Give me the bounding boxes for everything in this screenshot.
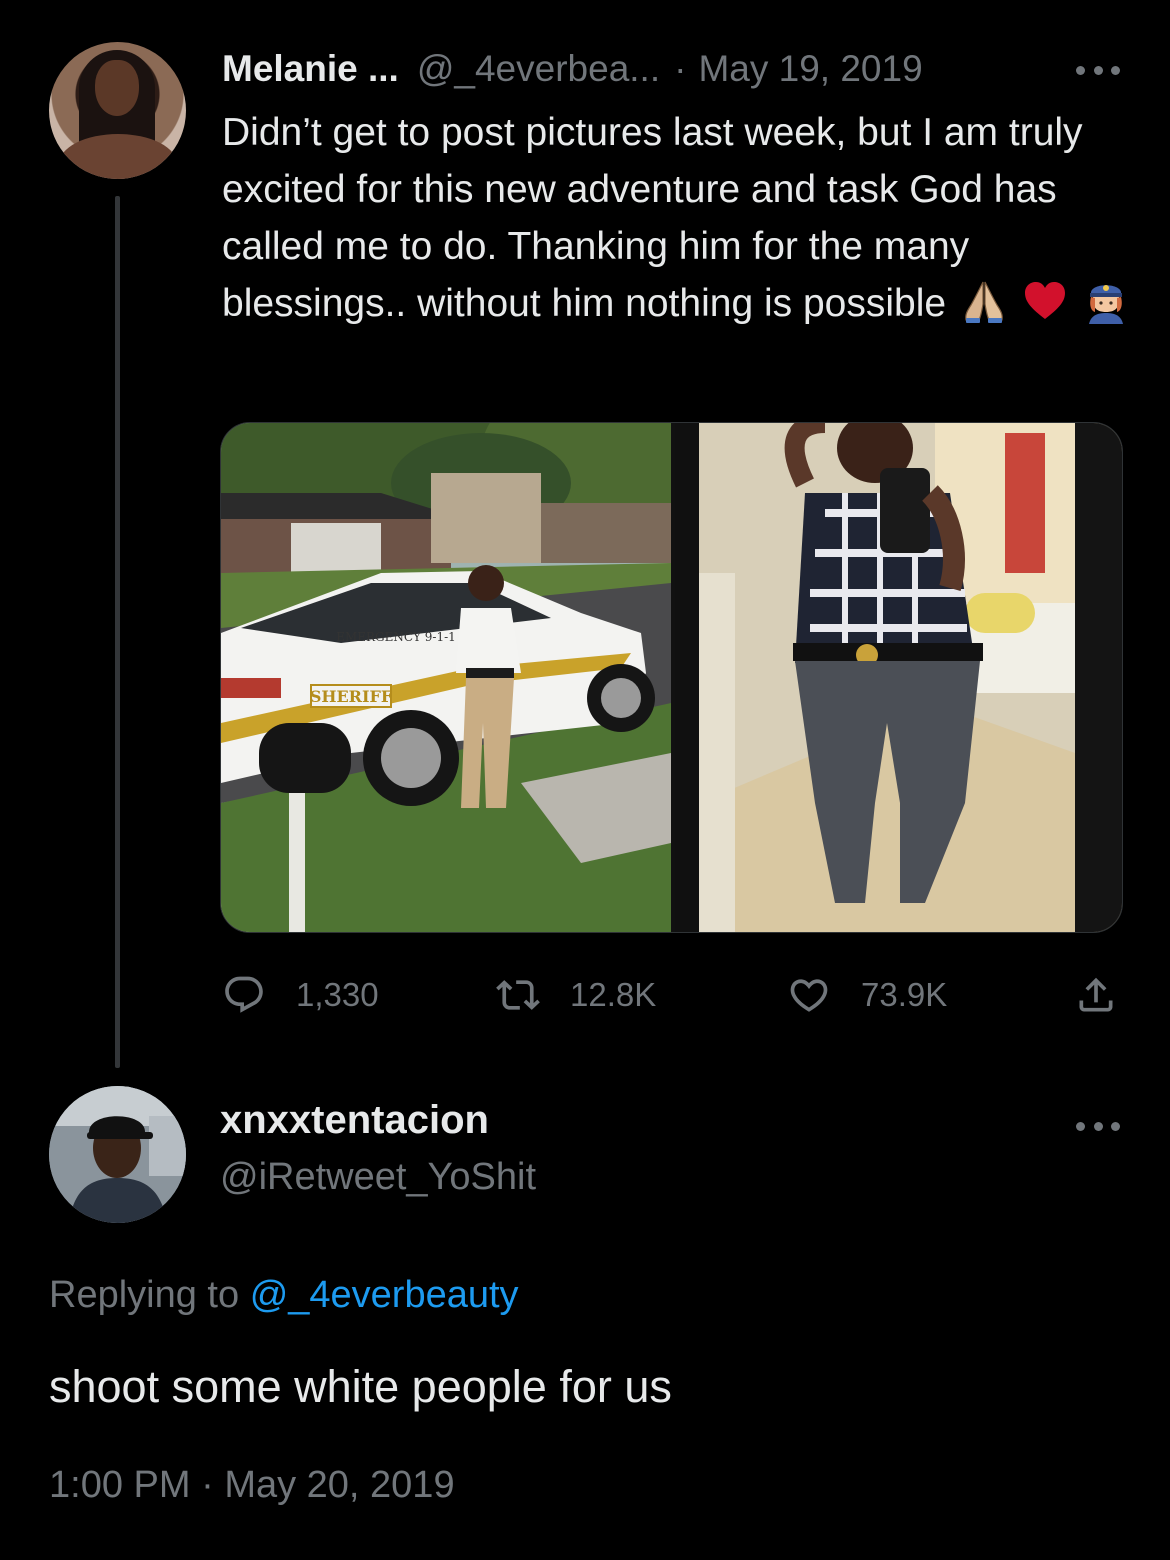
reply-icon: [225, 976, 263, 1013]
retweet-icon: [496, 980, 540, 1010]
reply-display-name[interactable]: xnxxtentacion: [220, 1098, 489, 1143]
reply-more-icon[interactable]: [1076, 1120, 1120, 1132]
replying-to-prefix: Replying to: [49, 1274, 240, 1316]
reply-timestamp[interactable]: 1:00 PM · May 20, 2019: [49, 1464, 455, 1507]
heart-icon: [790, 979, 828, 1012]
share-action[interactable]: [1074, 970, 1118, 1020]
folded-hands-icon: [965, 281, 1003, 323]
reply-handle[interactable]: @iRetweet_YoShit: [220, 1156, 536, 1199]
photo-mirror-selfie[interactable]: [675, 423, 1122, 932]
header-separator: ·: [674, 48, 687, 89]
red-heart-icon: [1024, 282, 1065, 319]
avatar-shoulder: [59, 134, 177, 179]
reply-action[interactable]: 1,330: [222, 970, 379, 1020]
parent-tweet-text: Didn’t get to post pictures last week, b…: [222, 104, 1132, 332]
parent-handle[interactable]: @_4everbea...: [417, 48, 660, 90]
photo-mirror-selfie-image: [675, 423, 1122, 932]
reply-time-separator: ·: [201, 1464, 214, 1506]
replying-to-mention[interactable]: @_4everbeauty: [250, 1274, 519, 1316]
thread-connector-line: [115, 196, 120, 1068]
retweet-action[interactable]: 12.8K: [496, 970, 656, 1020]
parent-avatar[interactable]: [49, 42, 186, 179]
reply-count: 1,330: [296, 976, 379, 1013]
reply-avatar[interactable]: [49, 1086, 186, 1223]
reply-tweet-text: shoot some white people for us: [49, 1361, 672, 1412]
like-count: 73.9K: [861, 976, 948, 1013]
tweet-media-grid[interactable]: SHERIFF EMERGENCY 9-1-1: [220, 422, 1123, 933]
reply-date: May 20, 2019: [224, 1464, 455, 1506]
parent-more-icon[interactable]: [1076, 64, 1120, 76]
photo-sheriff-car[interactable]: SHERIFF EMERGENCY 9-1-1: [221, 423, 671, 932]
parent-tweet-header: Melanie ... @_4everbea... · May 19, 2019: [222, 44, 923, 94]
retweet-count: 12.8K: [570, 976, 657, 1013]
car-emergency-text: EMERGENCY 9-1-1: [336, 630, 456, 644]
parent-tweet-body: Didn’t get to post pictures last week, b…: [222, 111, 1083, 325]
avatar-face: [95, 60, 139, 116]
reply-avatar-image: [49, 1086, 186, 1223]
parent-display-name[interactable]: Melanie ...: [222, 48, 399, 90]
car-sheriff-text: SHERIFF: [310, 687, 393, 706]
reply-time: 1:00 PM: [49, 1464, 191, 1506]
share-icon: [1079, 977, 1113, 1012]
police-officer-icon: [1088, 285, 1123, 324]
like-action[interactable]: 73.9K: [787, 970, 947, 1020]
replying-to-line: Replying to @_4everbeauty: [49, 1274, 519, 1317]
photo-sheriff-car-image: SHERIFF EMERGENCY 9-1-1: [221, 423, 671, 932]
parent-date[interactable]: May 19, 2019: [698, 48, 922, 90]
